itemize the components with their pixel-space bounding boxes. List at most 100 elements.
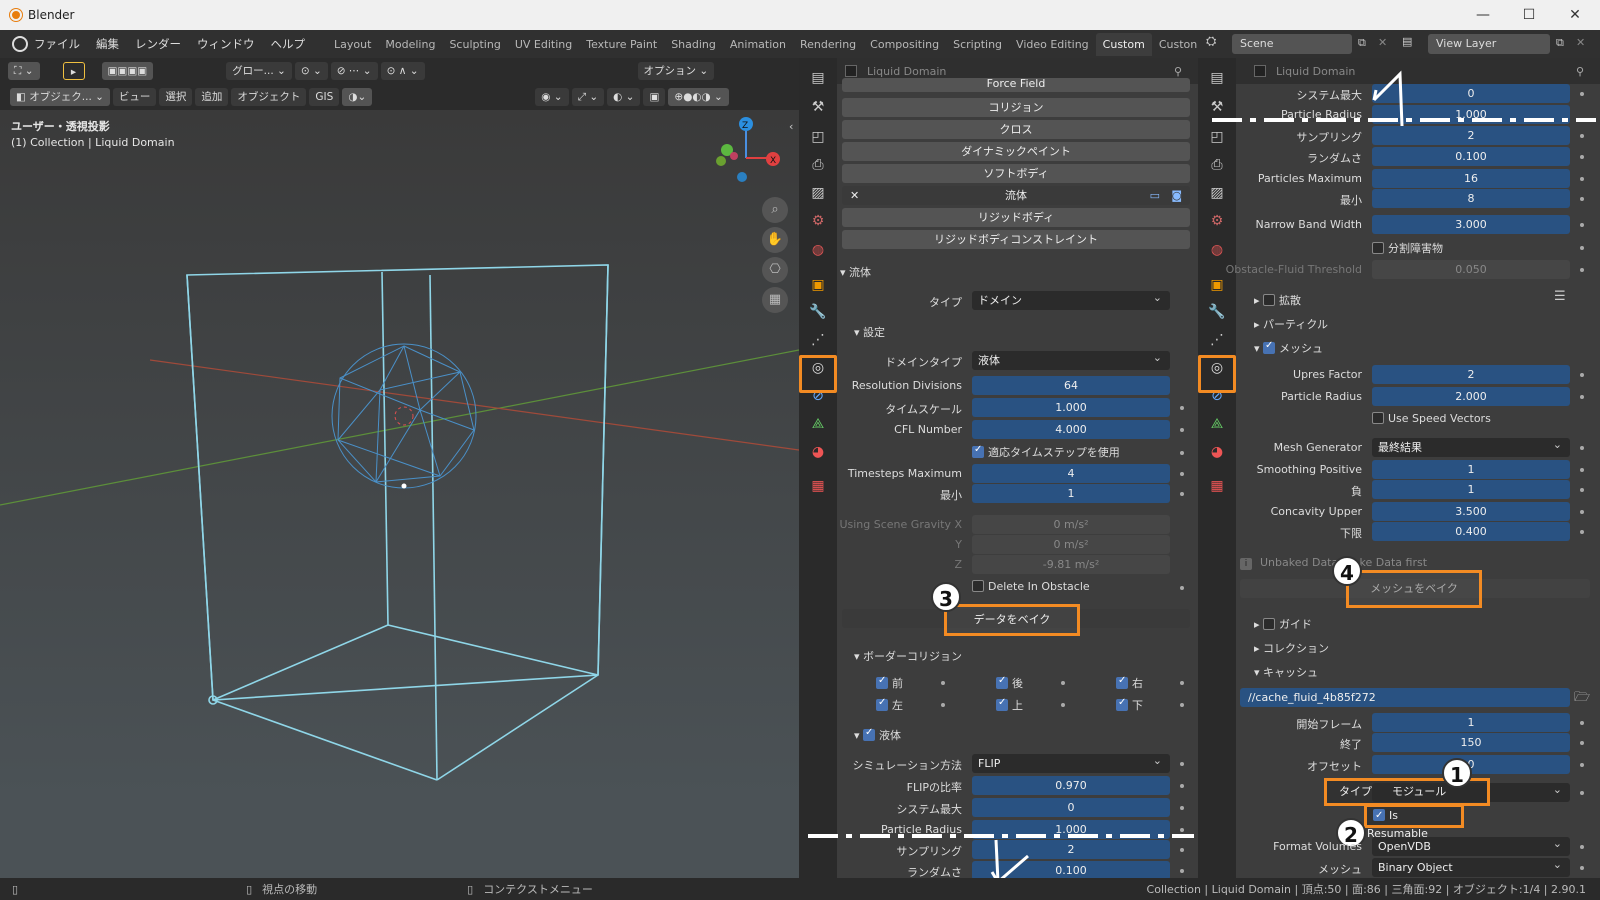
gis-icon[interactable]: ◑⌄ [342, 88, 373, 106]
xray-icon[interactable]: ▣ [643, 88, 666, 106]
cache-path-input[interactable]: //cache_fluid_4b85f272 [1240, 688, 1570, 707]
transform-orientation[interactable]: グロー... ⌄ [226, 62, 292, 80]
system-max-field[interactable]: 0 [972, 798, 1170, 817]
scene-icon[interactable]: ⛭ [1206, 34, 1216, 49]
sidebar-toggle-icon[interactable]: ‹ [789, 120, 793, 133]
list-icon[interactable]: ☰ [1554, 289, 1566, 304]
data-tab-icon[interactable]: ⟁ [1205, 412, 1229, 436]
menu-file[interactable]: ファイル [34, 36, 80, 52]
editor-type-button[interactable]: ⛶ ⌄ [8, 62, 40, 80]
fluid-remove-icon[interactable]: ✕ [850, 186, 859, 205]
3d-viewport[interactable]: ユーザー・透視投影 (1) Collection | Liquid Domain [0, 110, 799, 878]
mesh-section-header[interactable]: ▾ メッシュ [1254, 340, 1323, 356]
tab-custom-2[interactable]: Custon [1152, 33, 1204, 56]
border-left-checkbox[interactable]: 左 [876, 697, 903, 713]
adaptive-timestep-checkbox[interactable]: 適応タイムステップを使用 [972, 444, 1120, 460]
particles-max-field[interactable]: 16 [1372, 169, 1570, 188]
view-layer-selector[interactable]: View Layer [1428, 34, 1550, 54]
scene-tab-icon[interactable]: ⚙ [806, 209, 830, 233]
pivot-icon[interactable]: ⊙ ⌄ [294, 62, 328, 80]
time-scale-field[interactable]: 1.000 [972, 398, 1170, 417]
concavity-upper-field[interactable]: 3.500 [1372, 502, 1570, 521]
material-tab-icon[interactable]: ◕ [806, 440, 830, 464]
collision-button[interactable]: コリジョン [842, 98, 1190, 117]
border-bottom-checkbox[interactable]: 下 [1116, 697, 1143, 713]
menu-render[interactable]: レンダー [135, 36, 181, 52]
format-volumes-select[interactable]: OpenVDB [1372, 834, 1570, 856]
bake-mesh-button[interactable]: メッシュをベイク [1346, 570, 1482, 608]
mesh-generator-select[interactable]: 最終結果 [1372, 435, 1570, 457]
pan-hand-icon[interactable]: ✋ [762, 227, 788, 253]
smoothing-negative-field[interactable]: 1 [1372, 480, 1570, 499]
narrow-band-field[interactable]: 3.000 [1372, 215, 1570, 234]
tool-tab-icon[interactable]: ⚒ [806, 95, 830, 119]
options-dropdown[interactable]: オプション ⌄ [637, 62, 715, 80]
world-tab-icon[interactable]: ◍ [1205, 238, 1229, 262]
camera-icon[interactable]: ⎔ [762, 257, 788, 283]
border-back-checkbox[interactable]: 後 [996, 675, 1023, 691]
close-icon[interactable]: ✕ [1552, 0, 1598, 30]
concavity-lower-field[interactable]: 0.400 [1372, 522, 1570, 541]
frame-end-field[interactable]: 150 [1372, 733, 1570, 752]
r-sampling-field[interactable]: 2 [1372, 126, 1570, 145]
sim-method-select[interactable]: FLIP [972, 751, 1170, 773]
scene-tab-icon[interactable]: ⚙ [1205, 209, 1229, 233]
checkbox-icon[interactable] [1263, 294, 1276, 306]
cfl-field[interactable]: 4.000 [972, 420, 1170, 439]
maximize-icon[interactable]: ☐ [1506, 0, 1552, 30]
tab-animation[interactable]: Animation [723, 33, 793, 56]
menu-gis[interactable]: GIS [309, 88, 340, 106]
render-tab-icon[interactable]: ◰ [1205, 125, 1229, 149]
flip-ratio-field[interactable]: 0.970 [972, 776, 1170, 795]
folder-icon[interactable]: 🗁 [1574, 688, 1590, 710]
output-tab-icon[interactable]: ⎙ [806, 153, 830, 177]
fluid-type-select[interactable]: ドメイン [972, 288, 1170, 310]
border-front-checkbox[interactable]: 前 [876, 675, 903, 691]
tool-tab-icon[interactable]: ⚒ [1205, 95, 1229, 119]
particles-tab-icon[interactable]: ⋰ [1205, 328, 1229, 352]
view-layer-icon[interactable]: ▤ [1402, 35, 1412, 48]
delete-in-obstacle-checkbox[interactable]: Delete In Obstacle [972, 580, 1090, 593]
shading-modes-icon[interactable]: ⊕●◐◑ ⌄ [668, 88, 729, 106]
is-resumable-checkbox[interactable]: Is Resumable [1364, 804, 1464, 840]
bake-data-button[interactable]: データをベイク [944, 604, 1080, 636]
blender-menu-icon[interactable] [12, 36, 28, 52]
menu-add[interactable]: 追加 [195, 88, 229, 106]
tab-sculpting[interactable]: Sculpting [442, 33, 507, 56]
object-tab-icon[interactable]: ▣ [1205, 273, 1229, 297]
visibility-icon[interactable]: ◉ ⌄ [535, 88, 569, 106]
diffusion-section-header[interactable]: ▸ 拡散 [1254, 292, 1301, 308]
ortho-grid-icon[interactable]: ▦ [762, 287, 788, 313]
menu-select[interactable]: 選択 [159, 88, 193, 106]
snap-icon[interactable]: ⊘ ⋯ ⌄ [330, 62, 378, 80]
view-layer-copy-icon[interactable]: ⧉ [1556, 36, 1564, 50]
scene-selector[interactable]: Scene [1232, 34, 1352, 54]
particles-section-header[interactable]: ▸ パーティクル [1254, 316, 1328, 332]
data-tab-icon[interactable]: ⟁ [806, 412, 830, 436]
tab-compositing[interactable]: Compositing [863, 33, 946, 56]
tab-layout[interactable]: Layout [327, 33, 378, 56]
modifier-tab-icon[interactable]: 🔧 [1205, 300, 1229, 324]
r-randomness-field[interactable]: 0.100 [1372, 147, 1570, 166]
force-field-button[interactable]: Force Field [842, 78, 1190, 92]
tab-scripting[interactable]: Scripting [946, 33, 1009, 56]
guides-section-header[interactable]: ▸ ガイド [1254, 616, 1312, 632]
material-tab-icon[interactable]: ◕ [1205, 440, 1229, 464]
texture-tab-icon[interactable]: ▦ [1205, 474, 1229, 498]
menu-view[interactable]: ビュー [112, 88, 157, 106]
tab-custom[interactable]: Custom [1095, 32, 1152, 56]
resolution-field[interactable]: 64 [972, 376, 1170, 395]
settings-section-header[interactable]: ▾ 設定 [854, 324, 885, 340]
dynamic-paint-button[interactable]: ダイナミックペイント [842, 142, 1190, 161]
gizmo-icon[interactable]: ⤢ ⌄ [571, 88, 605, 106]
timesteps-max-field[interactable]: 4 [972, 464, 1170, 483]
upres-factor-field[interactable]: 2 [1372, 365, 1570, 384]
fluid-button[interactable]: ✕ 流体 ▭ ◙ [842, 186, 1190, 205]
tab-shading[interactable]: Shading [664, 33, 723, 56]
view-layer-tab-icon[interactable]: ▨ [806, 181, 830, 205]
select-tool-icon[interactable]: ▸ [62, 62, 85, 80]
cloth-button[interactable]: クロス [842, 120, 1190, 139]
view-layer-tab-icon[interactable]: ▨ [1205, 181, 1229, 205]
rigid-body-button[interactable]: リジッドボディ [842, 208, 1190, 227]
editor-type-icon[interactable]: ▤ [806, 66, 830, 90]
